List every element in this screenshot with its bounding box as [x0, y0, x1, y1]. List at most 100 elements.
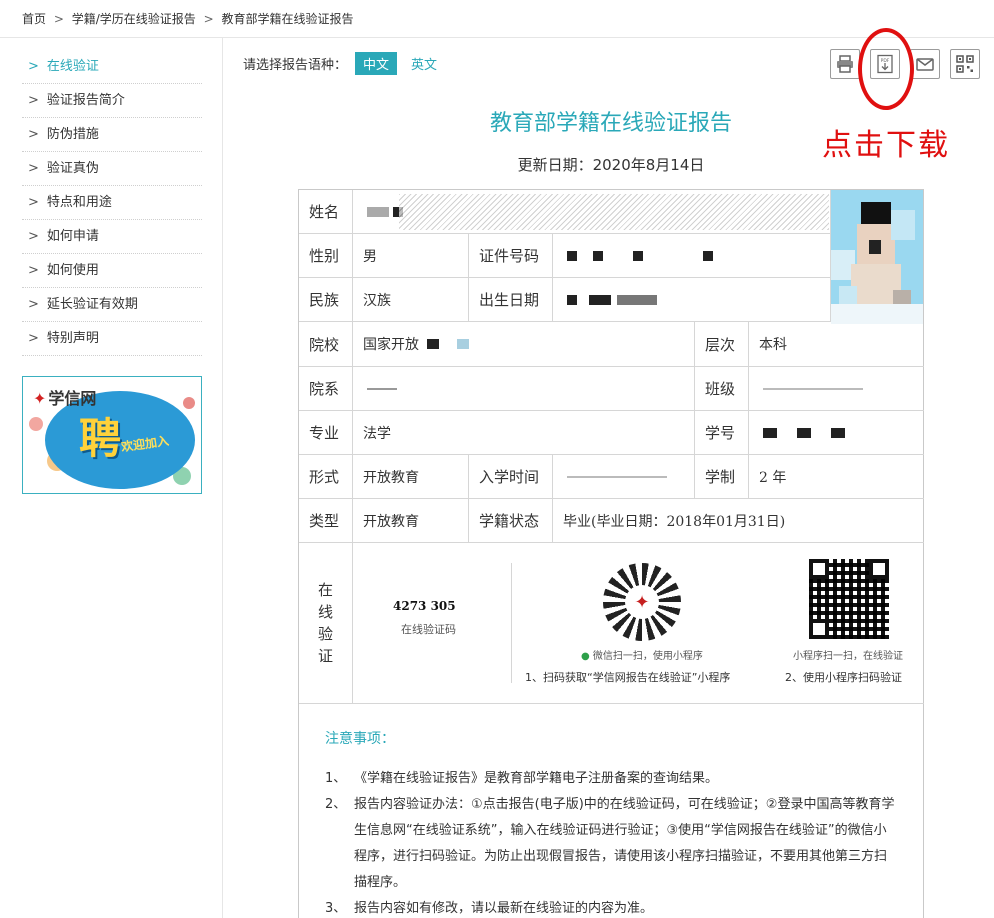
major-label: 专业: [299, 411, 353, 455]
qr-finder: [809, 559, 829, 579]
xuexin-bird-icon: ✦: [625, 585, 659, 619]
stuno-label: 学号: [695, 411, 749, 455]
notes-section: 注意事项： 1、 《学籍在线验证报告》是教育部学籍电子注册备案的查询结果。 2、报…: [299, 704, 923, 918]
chevron-right-icon: >: [28, 331, 39, 346]
redacted-mark: [567, 475, 667, 478]
name-label: 姓名: [299, 190, 353, 234]
form-label: 形式: [299, 455, 353, 499]
report-update-date: 更新日期：2020年8月14日: [517, 156, 705, 174]
redacted-mark: [763, 387, 863, 390]
gender-value: 男: [353, 234, 469, 278]
print-icon: [837, 55, 853, 73]
level-value: 本科: [749, 322, 924, 367]
redacted-mark: [367, 206, 389, 217]
chevron-right-icon: >: [28, 93, 39, 108]
redacted-mark: [593, 250, 603, 261]
qrcode-icon: [956, 55, 974, 73]
redacted-mark: [567, 294, 577, 305]
redacted-mark: [763, 427, 777, 438]
redacted-mark: [457, 339, 469, 349]
sidebar-item-features[interactable]: > 特点和用途: [22, 186, 202, 220]
sidebar-item-verify-authentic[interactable]: > 验证真伪: [22, 152, 202, 186]
chevron-right-icon: >: [28, 195, 39, 210]
language-english-link[interactable]: 英文: [411, 54, 437, 73]
sidebar-item-label: 特别声明: [46, 331, 99, 346]
language-chinese-button[interactable]: 中文: [355, 52, 398, 75]
sidebar-item-intro[interactable]: > 验证报告简介: [22, 84, 202, 118]
report-table: 姓名 性别 男 证件号码 民族 汉族 出生日期 院校 国家开放 层次 本科 院系…: [298, 189, 924, 918]
online-verify-area: 4273 305 在线验证码 ✦ ● 微信扫一扫，使用小程序 小程序扫一扫，在线…: [353, 543, 924, 704]
mail-icon: [916, 58, 934, 71]
class-value: [749, 367, 924, 411]
redacted-mark: [633, 250, 643, 261]
miniprogram-caption: 小程序扫一扫，在线验证: [793, 651, 903, 662]
school-label: 院校: [299, 322, 353, 367]
sidebar-item-how-use[interactable]: > 如何使用: [22, 254, 202, 288]
email-button[interactable]: [910, 49, 940, 79]
sidebar-item-label: 特点和用途: [46, 195, 112, 210]
type-label: 类型: [299, 499, 353, 543]
sidebar-item-extend[interactable]: > 延长验证有效期: [22, 288, 202, 322]
verify-code-label: 在线验证码: [401, 623, 456, 636]
ethnic-value: 汉族: [353, 278, 469, 322]
level-label: 层次: [695, 322, 749, 367]
redacted-mark: [589, 294, 611, 305]
verify-divider: [511, 563, 512, 683]
sidebar-item-how-apply[interactable]: > 如何申请: [22, 220, 202, 254]
wechat-caption: ● 微信扫一扫，使用小程序: [581, 651, 703, 662]
student-photo: [831, 190, 923, 324]
qrcode-button[interactable]: [950, 49, 980, 79]
chevron-right-icon: >: [28, 127, 39, 142]
ethnic-label: 民族: [299, 278, 353, 322]
major-value: 法学: [353, 411, 695, 455]
sidebar-item-online-verify[interactable]: > 在线验证: [22, 50, 202, 84]
note-item: 3、 报告内容如有修改，请以最新在线验证的内容为准。: [325, 901, 654, 916]
type-value: 开放教育: [353, 499, 469, 543]
sidebar-item-statement[interactable]: > 特别声明: [22, 322, 202, 356]
chevron-right-icon: >: [28, 161, 39, 176]
id-value: [553, 234, 831, 278]
dept-label: 院系: [299, 367, 353, 411]
dept-value: [353, 367, 695, 411]
annotation-circle: [858, 28, 914, 110]
language-prompt: 请选择报告语种：: [243, 58, 348, 73]
enroll-value: [553, 455, 695, 499]
breadcrumb-home[interactable]: 首页: [22, 12, 46, 26]
notes-title: 注意事项：: [325, 731, 395, 747]
sidebar-item-label: 验证报告简介: [46, 93, 125, 108]
redacted-mark: [797, 427, 811, 438]
chevron-right-icon: >: [28, 263, 39, 278]
qr-finder: [869, 559, 889, 579]
breadcrumb: 首页 > 学籍/学历在线验证报告 > 教育部学籍在线验证报告: [22, 10, 354, 27]
birth-label: 出生日期: [469, 278, 553, 322]
online-verify-label: 在线验证: [299, 543, 353, 704]
sidebar-item-label: 验证真伪: [46, 161, 99, 176]
sidebar-item-label: 在线验证: [46, 59, 99, 74]
redacted-mark: [427, 339, 439, 349]
breadcrumb-current: 教育部学籍在线验证报告: [221, 12, 354, 26]
class-label: 班级: [695, 367, 749, 411]
school-value: 国家开放: [353, 322, 695, 367]
breadcrumb-report-type[interactable]: 学籍/学历在线验证报告: [72, 12, 196, 26]
watermark-pattern: [399, 194, 829, 230]
print-button[interactable]: [830, 49, 860, 79]
redacted-mark: [567, 250, 577, 261]
sidebar-nav: > 在线验证 > 验证报告简介 > 防伪措施 > 验证真伪 > 特点和用途 > 如何申请 >…: [22, 50, 202, 356]
language-selector: 请选择报告语种： 中文 英文: [243, 52, 437, 75]
redacted-mark: [703, 250, 713, 261]
report-title: 教育部学籍在线验证报告: [489, 111, 732, 136]
note-item: 2、 报告内容验证办法：①点击报告(电子版)中的在线验证码，可在线验证；②登录中国…: [325, 797, 895, 890]
sidebar-item-anti-fake[interactable]: > 防伪措施: [22, 118, 202, 152]
verify-step-1: 1、扫码获取“学信网报告在线验证”小程序: [525, 671, 731, 684]
header-divider: [0, 37, 994, 38]
id-label: 证件号码: [469, 234, 553, 278]
chevron-right-icon: >: [28, 297, 39, 312]
note-item: 1、 《学籍在线验证报告》是教育部学籍电子注册备案的查询结果。: [325, 771, 719, 786]
gender-label: 性别: [299, 234, 353, 278]
recruit-banner[interactable]: ✦ 学信网 聘 欢迎加入: [22, 376, 202, 494]
verify-code[interactable]: 4273 305: [393, 599, 456, 613]
verify-step-2: 2、使用小程序扫码验证: [785, 671, 902, 684]
chevron-right-icon: >: [28, 59, 39, 74]
length-label: 学制: [695, 455, 749, 499]
breadcrumb-separator: >: [53, 12, 64, 26]
